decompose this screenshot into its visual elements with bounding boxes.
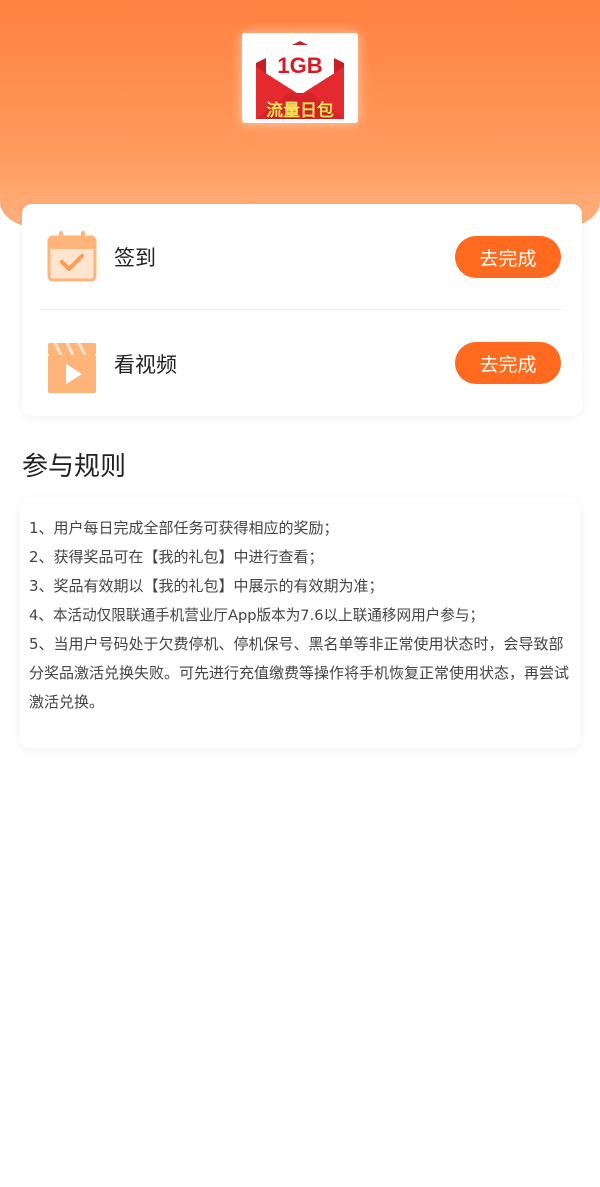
rules-card: 1、用户每日完成全部任务可获得相应的奖励； 2、获得奖品可在【我的礼包】中进行查…: [20, 498, 580, 748]
rule-item: 3、奖品有效期以【我的礼包】中展示的有效期为准；: [29, 577, 384, 595]
rule-item: 1、用户每日完成全部任务可获得相应的奖励；: [29, 519, 339, 537]
task-card: 签到 去完成 看视频 去完成: [22, 204, 582, 416]
calendar-check-icon: [47, 231, 97, 282]
task-row-sign-in: 签到 去完成: [22, 204, 582, 308]
rules-title: 参与规则: [22, 452, 127, 482]
rule-item: 2、获得奖品可在【我的礼包】中进行查看；: [29, 548, 324, 566]
task-row-watch-video: 看视频 去完成: [22, 310, 582, 414]
video-play-icon: [48, 342, 96, 393]
badge-name: 流量日包: [266, 101, 334, 121]
page: 1GB 流量日包 签到 去完成 看视频 去完成 参与规则 1、用户每日完成全部任…: [0, 0, 600, 1187]
sign-in-complete-button[interactable]: 去完成: [455, 236, 561, 278]
task-label-watch-video: 看视频: [114, 353, 177, 377]
data-pack-badge: 1GB 流量日包: [242, 33, 358, 123]
rule-item: 4、本活动仅限联通手机营业厅App版本为7.6以上联通移网用户参与；: [29, 607, 485, 624]
header-banner: 1GB 流量日包: [0, 0, 600, 228]
badge-capacity: 1GB: [277, 53, 323, 78]
rule-item: 5、当用户号码处于欠费停机、停机保号、黑名单等非正常使用状态时，会导致部分奖品激…: [29, 635, 570, 711]
watch-video-complete-button[interactable]: 去完成: [455, 342, 561, 384]
task-label-sign-in: 签到: [114, 246, 156, 270]
